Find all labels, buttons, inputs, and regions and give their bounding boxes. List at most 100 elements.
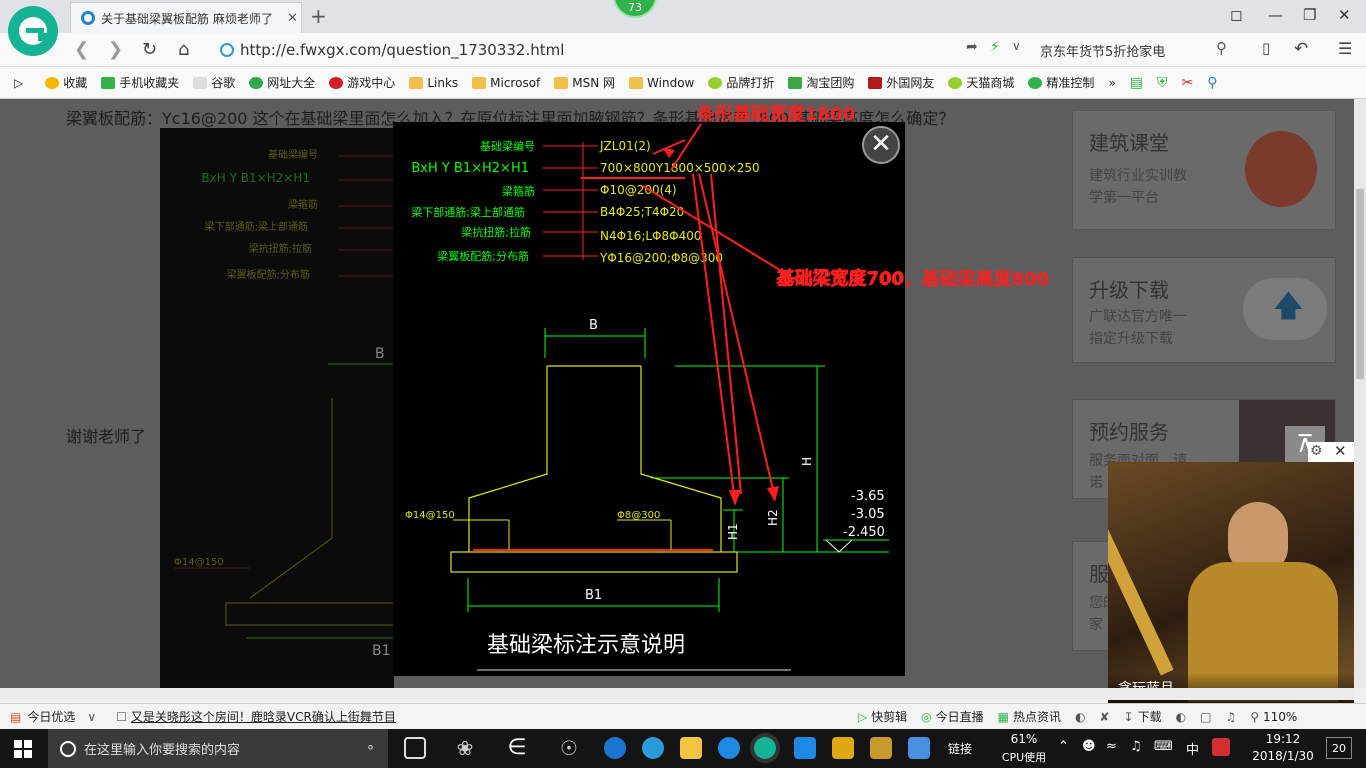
internet-explorer-icon[interactable] [642, 737, 664, 759]
sidebar-toggle-icon[interactable]: ▷ [14, 76, 23, 90]
bookmark-item[interactable]: Links [409, 76, 458, 90]
quick-edit[interactable]: ▷ 快剪辑 [858, 708, 907, 725]
browser-logo-icon[interactable] [8, 6, 58, 56]
windows-start-icon[interactable] [14, 740, 32, 758]
bookmark-item[interactable]: 谷歌 [193, 74, 235, 91]
search-icon[interactable]: ⚲ [1216, 39, 1227, 57]
download[interactable]: ↧ 下载 [1124, 708, 1162, 725]
keyboard-icon[interactable]: ⌨ [1154, 739, 1173, 754]
back-button[interactable]: ❮ [74, 39, 89, 60]
bookmark-item[interactable]: 精准控制 [1028, 74, 1094, 91]
status-bar: ▤ 今日优选 ∨ ☐ 又是关晓彤这个房间！鹿晗录VCR确认上街舞节目 ▷ 快剪辑 ◎ 今日… [0, 703, 1366, 729]
taskbar-search-input[interactable]: 在这里输入你要搜索的内容 ⚬ [48, 729, 388, 768]
ie-e-icon[interactable]: ∈ [506, 737, 528, 759]
clock-time[interactable]: 19:12 [1248, 732, 1318, 746]
desktop-app-icon[interactable] [908, 737, 930, 759]
live-icon: ◎ [921, 709, 932, 724]
bookmark-item[interactable]: MSN 网 [554, 74, 615, 91]
sogou-icon[interactable] [1212, 738, 1230, 756]
help-app-icon[interactable] [870, 737, 892, 759]
clean-icon[interactable]: ◐ [1176, 710, 1186, 724]
no-image-icon[interactable]: ✘ [1099, 710, 1109, 724]
edge-icon[interactable] [604, 737, 626, 759]
notes-app-icon[interactable] [832, 737, 854, 759]
restore-button[interactable]: ❐ [1303, 6, 1316, 24]
dim-b-label: B [589, 318, 598, 333]
scrollbar-thumb[interactable] [1356, 189, 1364, 379]
microphone-icon[interactable]: ⚬ [365, 741, 376, 756]
lightbox-close-button[interactable]: ✕ [862, 126, 900, 164]
card-title: 建筑课堂 [1089, 131, 1169, 155]
hot-news[interactable]: ▦ 热点资讯 [998, 708, 1061, 725]
forward-button[interactable]: ❯ [108, 39, 123, 60]
bookmark-item[interactable]: 外国网友 [868, 74, 934, 91]
card-upgrade-download[interactable]: 升级下载 广联达官方唯一 指定升级下载 🡅 [1072, 257, 1336, 363]
screenshot-icon[interactable]: ✂ [1182, 75, 1194, 91]
notification-badge[interactable]: 73 [613, 0, 657, 18]
browser-taskbar-icon[interactable] [754, 737, 776, 759]
card-title: 服 [1089, 562, 1109, 586]
ime-indicator[interactable]: 中 [1186, 739, 1199, 758]
new-tab-button[interactable]: + [310, 4, 327, 28]
bookmark-item[interactable]: Microsof [472, 76, 540, 90]
bookmark-item[interactable]: 游戏中心 [329, 74, 395, 91]
swirl-app-icon[interactable]: ☉ [558, 737, 580, 759]
security-shield-icon[interactable]: ⛨ [1157, 75, 1168, 91]
more-bookmarks-icon[interactable]: » [1108, 76, 1115, 90]
tab-close-icon[interactable]: ✕ [287, 11, 298, 26]
refresh-button[interactable]: ↻ [142, 39, 157, 60]
speaker-icon[interactable]: ♫ [1130, 739, 1142, 754]
volume-icon[interactable]: ♫ [1225, 710, 1236, 724]
tray-chevron-icon[interactable]: ⌃ [1058, 739, 1069, 754]
card-architecture-class[interactable]: 建筑课堂 建筑行业实训教 学第一平台 [1072, 110, 1336, 230]
file-explorer-icon[interactable] [680, 737, 702, 759]
bookmark-item[interactable]: 手机收藏夹 [101, 74, 179, 91]
bookmark-item[interactable]: 品牌打折 [708, 74, 774, 91]
horizontal-scrollbar[interactable] [0, 688, 1354, 700]
chevron-down-icon[interactable]: ∨ [1012, 39, 1021, 53]
wifi-icon[interactable]: ≈ [1106, 739, 1117, 754]
bookmark-item[interactable]: 天猫商城 [948, 74, 1014, 91]
tab-question[interactable]: 关于基础梁翼板配筋 麻烦老师了 ✕ [70, 2, 302, 33]
lightning-icon[interactable]: ⚡ [990, 39, 1000, 55]
menu-icon[interactable]: ☰ [1338, 39, 1352, 58]
speed-icon[interactable]: ◐ [1075, 710, 1085, 724]
share-icon[interactable]: ➦ [966, 39, 978, 55]
today-picks[interactable]: ▤ 今日优选 ∨ [10, 708, 96, 725]
cortana-icon [60, 740, 76, 757]
video-ad-popup[interactable]: 贪玩蓝月 广告 [1108, 462, 1354, 703]
g-app-icon[interactable] [718, 737, 740, 759]
vertical-scrollbar[interactable] [1354, 99, 1366, 688]
bookmark-item[interactable]: Window [629, 76, 694, 90]
settings-icon[interactable]: ⚙ [1310, 443, 1323, 459]
home-button[interactable]: ⌂ [178, 39, 189, 60]
phone-icon[interactable]: ▯ [1262, 39, 1270, 57]
search-text: 京东年货节5折抢家电 [1040, 44, 1166, 60]
puzzle-app-icon[interactable] [794, 737, 816, 759]
people-icon[interactable]: ☻ [1082, 739, 1096, 754]
fan-app-icon[interactable]: ❀ [454, 737, 476, 759]
clock-date[interactable]: 2018/1/30 [1248, 749, 1318, 763]
today-live[interactable]: ◎ 今日直播 [921, 708, 984, 725]
annotation-text: 条形基础宽度1800 [697, 104, 856, 125]
task-view-icon[interactable] [404, 737, 426, 759]
undo-icon[interactable]: ↶ [1294, 39, 1308, 59]
bookmark-item[interactable]: 网址大全 [249, 74, 315, 91]
window-icon[interactable]: □ [1200, 710, 1211, 724]
cad-value: N4Φ16;LΦ8Φ400 [600, 229, 701, 243]
close-window-button[interactable]: ✕ [1338, 6, 1351, 24]
reader-icon[interactable]: ▤ [1130, 75, 1143, 91]
magnifier-icon[interactable]: ⚲ [1207, 75, 1217, 91]
link-toolbar[interactable]: 链接 [948, 740, 972, 757]
bookmark-item[interactable]: 淘宝团购 [788, 74, 854, 91]
cad-label: 梁箍筋 [502, 184, 535, 198]
news-headline[interactable]: ☐ 又是关晓彤这个房间！鹿晗录VCR确认上街舞节目 [116, 708, 396, 725]
search-input[interactable]: 京东年货节5折抢家电 [1040, 38, 1245, 62]
bookmark-item[interactable]: 收藏 [45, 74, 87, 91]
close-video-icon[interactable]: ✕ [1334, 442, 1347, 460]
notification-center[interactable]: 20 [1326, 737, 1352, 759]
url-field[interactable]: http://e.fwxgx.com/question_1730332.html [220, 38, 960, 62]
shirt-skin-icon[interactable]: ◻ [1230, 6, 1242, 24]
zoom-level[interactable]: ⚲ 110% [1250, 710, 1297, 724]
minimize-button[interactable]: — [1268, 6, 1283, 24]
